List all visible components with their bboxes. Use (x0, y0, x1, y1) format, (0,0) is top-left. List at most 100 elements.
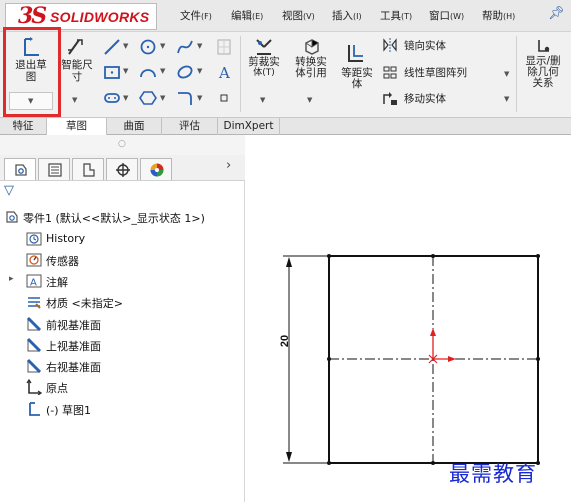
convert-label-2: 体引用 (295, 67, 327, 79)
panel-collapse-bar[interactable]: ○ (0, 135, 245, 155)
offset-entities-button[interactable]: 等距实 体 (336, 32, 378, 90)
tree-item-right-plane[interactable]: 右视基准面 (0, 356, 245, 376)
trim-entities-button[interactable]: 剪裁实 体(T) (244, 32, 284, 90)
tree-item-top-plane[interactable]: 上视基准面 (0, 335, 245, 355)
line-icon[interactable] (103, 38, 121, 56)
menu-file[interactable]: 文件(F) (180, 8, 212, 23)
tab-property-manager[interactable] (38, 158, 70, 180)
graphics-area[interactable]: 20 (246, 135, 571, 502)
arc-icon[interactable] (139, 63, 157, 81)
menu-view[interactable]: 视图(V) (282, 8, 315, 23)
title-bar: 3S SOLIDWORKS 文件(F) 编辑(E) 视图(V) 插入(I) 工具… (0, 0, 571, 32)
chevron-down-icon[interactable]: ▼ (160, 42, 165, 50)
text-icon[interactable]: A (216, 63, 234, 81)
tree-item-material[interactable]: 材质 <未指定> (0, 292, 245, 312)
chevron-down-icon[interactable]: ▼ (197, 42, 202, 50)
origin-icon (26, 379, 42, 395)
material-icon (28, 297, 41, 309)
slot-icon[interactable] (103, 90, 121, 106)
menu-edit[interactable]: 编辑(E) (231, 8, 263, 23)
convert-entities-button[interactable]: 转换实 体引用 (288, 32, 334, 90)
tree-item-annotations[interactable]: ▸ A 注解 (0, 271, 245, 291)
tab-features[interactable]: 特征 (0, 118, 47, 135)
polygon-icon[interactable] (139, 90, 157, 106)
tab-display-manager[interactable] (140, 158, 172, 180)
linear-pattern-icon (383, 66, 397, 79)
relations-icon (538, 40, 550, 52)
expand-arrow-icon[interactable]: ▸ (9, 274, 14, 284)
chevron-down-icon[interactable]: ▼ (160, 67, 165, 75)
tree-item-label: 注解 (46, 276, 68, 289)
chevron-down-icon[interactable]: ▼ (123, 67, 128, 75)
sketch-icon (29, 402, 40, 416)
tree-item-history[interactable]: History (0, 229, 245, 249)
origin-y-arrowhead (430, 328, 436, 336)
tree-item-label: 前视基准面 (46, 319, 101, 332)
circle-icon[interactable] (139, 38, 157, 56)
ribbon-separator (240, 36, 241, 112)
tab-configuration-manager[interactable] (72, 158, 104, 180)
sketch-canvas[interactable] (246, 135, 571, 502)
menu-help[interactable]: 帮助(H) (482, 8, 515, 23)
origin-x-arrowhead (448, 356, 456, 362)
exit-sketch-highlight (3, 27, 61, 117)
filter-icon[interactable]: ▽ (4, 183, 14, 198)
rectangle-icon[interactable] (103, 63, 121, 81)
plane-grid-icon[interactable] (216, 38, 232, 56)
chevron-down-icon[interactable]: ▼ (197, 94, 202, 102)
tree-item-label: 材质 <未指定> (46, 297, 123, 310)
display-delete-relations-button[interactable]: 显示/删 除几何 关系 (518, 32, 568, 102)
offset-entities-icon (348, 45, 363, 62)
tree-item-origin[interactable]: 原点 (0, 377, 245, 397)
linear-pattern-dropdown[interactable]: ▼ (504, 70, 509, 78)
feature-manager-icon (15, 164, 27, 176)
tree-root-part[interactable]: 零件1 (默认<<默认>_显示状态 1>) (0, 207, 245, 227)
tree-item-label: 上视基准面 (46, 340, 101, 353)
fillet-icon[interactable] (176, 90, 194, 106)
svg-text:A: A (30, 278, 37, 289)
point-icon[interactable] (218, 92, 230, 104)
chevron-down-icon[interactable]: ▼ (123, 94, 128, 102)
dimension-value[interactable]: 20 (279, 335, 291, 347)
linear-pattern-button[interactable]: 线性草图阵列 (382, 65, 502, 81)
menu-window[interactable]: 窗口(W) (429, 8, 464, 23)
tab-evaluate[interactable]: 评估 (162, 118, 218, 135)
tab-feature-manager[interactable] (4, 158, 36, 180)
app-logo[interactable]: 3S SOLIDWORKS (5, 3, 157, 30)
feature-manager-panel: ○ › ▽ 零件1 (默认<<默认>_显示状态 1>) History 传感器 (0, 135, 245, 502)
chevron-down-icon[interactable]: ▼ (160, 94, 165, 102)
mirror-entities-button[interactable]: 镜向实体 (382, 38, 482, 54)
move-dropdown[interactable]: ▼ (504, 95, 509, 103)
tree-item-sensors[interactable]: 传感器 (0, 250, 245, 270)
sensor-icon (26, 253, 42, 267)
linear-pattern-label: 线性草图阵列 (404, 67, 467, 79)
tab-dimxpert[interactable]: DimXpert (218, 118, 280, 135)
tree-item-front-plane[interactable]: 前视基准面 (0, 314, 245, 334)
dimension-arrow-bottom (286, 452, 292, 462)
convert-dropdown[interactable]: ▼ (307, 96, 312, 104)
tab-surfaces[interactable]: 曲面 (107, 118, 162, 135)
smart-dimension-dropdown[interactable]: ▼ (72, 96, 77, 104)
collapse-handle-icon[interactable]: ○ (118, 139, 126, 149)
menu-insert[interactable]: 插入(I) (332, 8, 362, 23)
move-entities-button[interactable]: 移动实体 (382, 91, 482, 107)
move-icon (383, 92, 397, 105)
chevron-down-icon[interactable]: ▼ (123, 42, 128, 50)
trim-dropdown[interactable]: ▼ (260, 96, 265, 104)
menu-tools[interactable]: 工具(T) (380, 8, 412, 23)
spline-icon[interactable] (176, 38, 194, 56)
tab-sketch[interactable]: 草图 (47, 118, 107, 136)
chevron-right-icon[interactable]: › (226, 158, 231, 173)
trim-label-2: 体(T) (253, 68, 275, 78)
ellipse-icon[interactable] (176, 63, 194, 81)
move-label: 移动实体 (404, 93, 446, 105)
trim-label-1: 剪裁实 (248, 56, 280, 68)
trim-icon (256, 39, 272, 55)
tree-item-sketch1[interactable]: (-) 草图1 (0, 399, 245, 419)
smart-dimension-button[interactable]: 智能尺 寸 (57, 32, 97, 90)
pin-icon[interactable]: 📌︎ (548, 6, 565, 21)
tree-root-label: 零件1 (默认<<默认>_显示状态 1>) (23, 212, 205, 225)
plane-icon (26, 358, 42, 374)
tab-dimxpert-manager[interactable] (106, 158, 138, 180)
chevron-down-icon[interactable]: ▼ (197, 67, 202, 75)
